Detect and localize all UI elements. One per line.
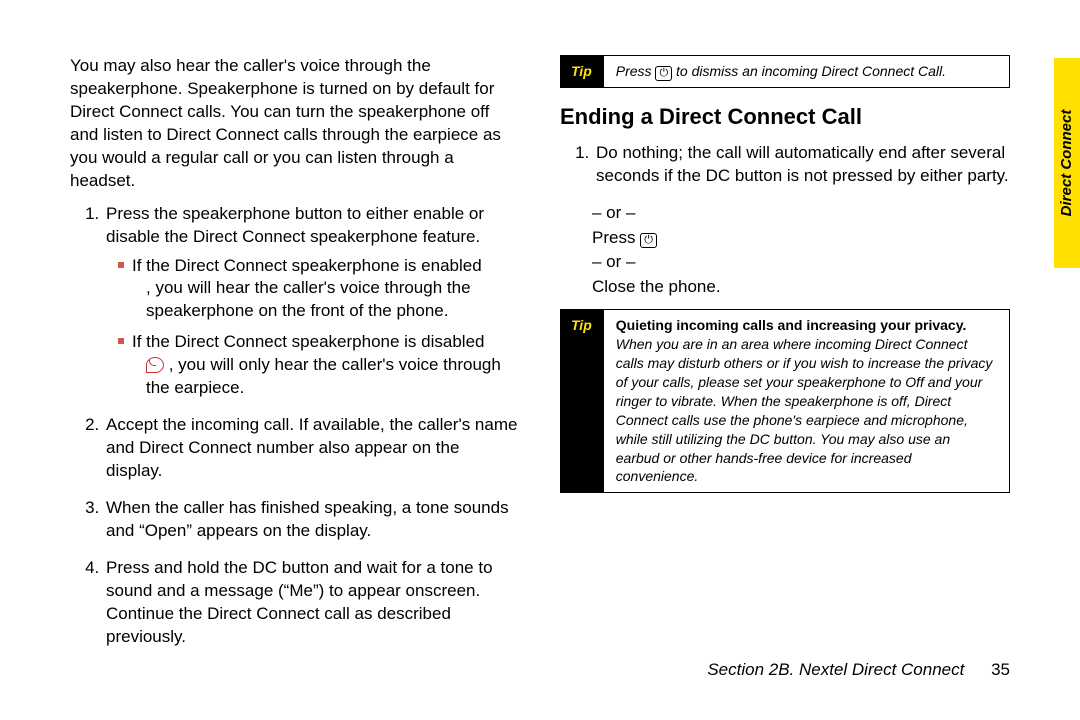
end-options: – or – Press – or – Close the phone. (592, 202, 1010, 300)
sub-1a-cont: , you will hear the caller's voice throu… (132, 277, 520, 323)
end-step-1: Do nothing; the call will automatically … (594, 142, 1010, 188)
step-3: When the caller has finished speaking, a… (104, 497, 520, 543)
sub-1b: If the Direct Connect speakerphone is di… (118, 331, 520, 400)
tip-label-2: Tip (561, 310, 604, 492)
tip-box-2: Tip Quieting incoming calls and increasi… (560, 309, 1010, 493)
left-column: You may also hear the caller's voice thr… (70, 55, 520, 663)
tip-body-1: Press to dismiss an incoming Direct Conn… (604, 56, 1009, 87)
tip2-body-text: When you are in an area where incoming D… (616, 336, 993, 484)
tip-box-1: Tip Press to dismiss an incoming Direct … (560, 55, 1010, 88)
sub-1b-lead: If the Direct Connect speakerphone is di… (132, 332, 484, 351)
step-1-text: Press the speakerphone button to either … (106, 204, 484, 246)
step-1: Press the speakerphone button to either … (104, 203, 520, 401)
tip2-heading: Quieting incoming calls and increasing y… (616, 317, 967, 333)
tip-body-2: Quieting incoming calls and increasing y… (604, 310, 1009, 492)
intro-paragraph: You may also hear the caller's voice thr… (70, 55, 520, 193)
heading-ending-call: Ending a Direct Connect Call (560, 102, 1010, 132)
steps-list: Press the speakerphone button to either … (70, 203, 520, 649)
or-2: – or – (592, 251, 1010, 274)
sub-1b-cont: , you will only hear the caller's voice … (132, 354, 520, 400)
section-tab-label: Direct Connect (1057, 110, 1077, 217)
press-text: Press (592, 228, 635, 247)
press-line: Press (592, 227, 1010, 250)
end-key-icon (655, 66, 672, 81)
footer-page-number: 35 (991, 660, 1010, 679)
step-1-sublist: If the Direct Connect speakerphone is en… (106, 255, 520, 401)
ending-steps: Do nothing; the call will automatically … (560, 142, 1010, 188)
page-content: You may also hear the caller's voice thr… (0, 0, 1080, 703)
section-tab: Direct Connect (1054, 58, 1080, 268)
sub-1a: If the Direct Connect speakerphone is en… (118, 255, 520, 324)
page-footer: Section 2B. Nextel Direct Connect 35 (707, 659, 1010, 682)
footer-section: Section 2B. Nextel Direct Connect (707, 660, 964, 679)
sub-1a-lead: If the Direct Connect speakerphone is en… (132, 256, 482, 275)
tip1-pre: Press (616, 63, 652, 79)
or-1: – or – (592, 202, 1010, 225)
radio-disabled-icon (146, 357, 164, 373)
close-phone: Close the phone. (592, 276, 1010, 299)
tip1-post: to dismiss an incoming Direct Connect Ca… (676, 63, 946, 79)
sub-1b-cont-text: , you will only hear the caller's voice … (146, 355, 501, 397)
step-3-text: When the caller has finished speaking, a… (106, 498, 509, 540)
step-4: Press and hold the DC button and wait fo… (104, 557, 520, 649)
right-column: Tip Press to dismiss an incoming Direct … (560, 55, 1010, 663)
step-2: Accept the incoming call. If available, … (104, 414, 520, 483)
tip-label-1: Tip (561, 56, 604, 87)
end-key-icon-2 (640, 233, 657, 248)
